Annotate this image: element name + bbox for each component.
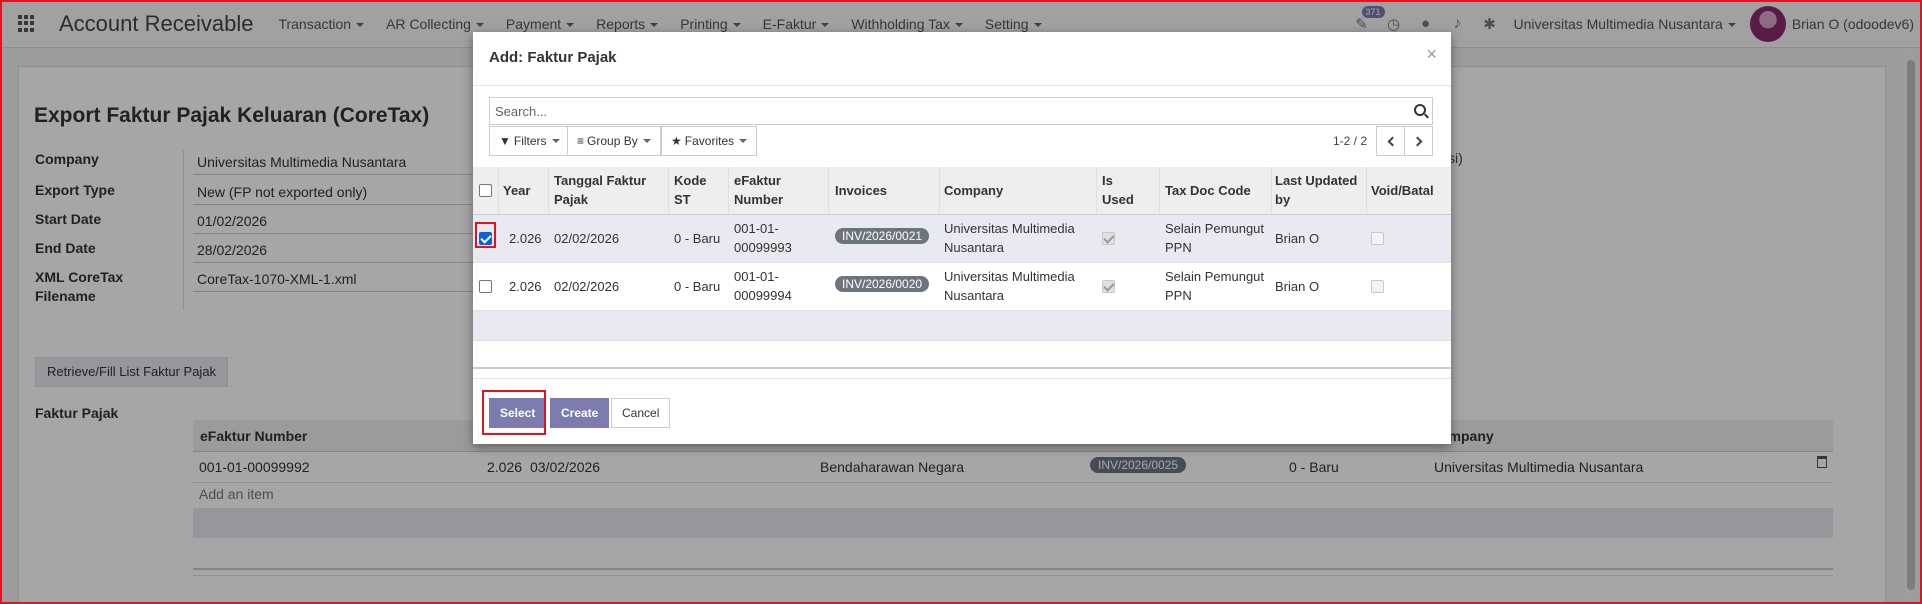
caret-down-icon xyxy=(739,139,748,143)
list-header: Year Tanggal Faktur Pajak Kode ST eFaktur N… xyxy=(473,167,1451,215)
column-separator xyxy=(498,167,499,214)
pager-previous-button[interactable] xyxy=(1376,126,1405,156)
col-efaktur-number[interactable]: eFaktur Number xyxy=(734,171,783,209)
col-tax-doc-code[interactable]: Tax Doc Code xyxy=(1165,181,1251,200)
column-separator xyxy=(939,167,940,214)
invoice-tag: INV/2026/0021 xyxy=(835,228,930,244)
cell-kode: 0 - Baru xyxy=(674,279,721,294)
is-used-checkbox xyxy=(1102,232,1115,245)
faktur-list: Year Tanggal Faktur Pajak Kode ST eFaktur N… xyxy=(473,167,1451,369)
filter-icon: ▼ xyxy=(499,134,511,148)
column-separator xyxy=(1366,167,1367,214)
col-year[interactable]: Year xyxy=(503,181,530,200)
column-separator xyxy=(1096,167,1097,214)
list-empty-row xyxy=(473,311,1451,341)
column-separator xyxy=(1159,167,1160,214)
chevron-right-icon xyxy=(1412,136,1422,146)
cell-efaktur: 001-01- 00099994 xyxy=(734,269,792,303)
list-footer xyxy=(473,341,1451,369)
cell-updated-by: Brian O xyxy=(1275,279,1320,294)
void-checkbox xyxy=(1371,280,1384,293)
column-separator xyxy=(668,167,669,214)
search-bar xyxy=(489,97,1433,125)
col-invoices[interactable]: Invoices xyxy=(835,181,887,200)
table-row[interactable]: 2.026 02/02/2026 0 - Baru 001-01- 0009999… xyxy=(473,215,1451,263)
column-separator xyxy=(548,167,549,214)
search-input[interactable] xyxy=(490,98,1432,124)
column-separator xyxy=(1271,167,1272,214)
cell-tanggal: 02/02/2026 xyxy=(554,279,620,294)
void-checkbox xyxy=(1371,232,1384,245)
add-faktur-modal: Add: Faktur Pajak × ▼Filters ≡Group By ★… xyxy=(473,32,1451,444)
cell-year: 2.026 xyxy=(509,279,542,294)
group-by-button[interactable]: ≡ Group By xyxy=(567,126,661,156)
col-tanggal-faktur[interactable]: Tanggal Faktur Pajak xyxy=(554,171,646,209)
cell-year: 2.026 xyxy=(509,231,542,246)
search-icon[interactable] xyxy=(1414,104,1426,116)
cell-tax-doc-code: Selain Pemungut PPN xyxy=(1165,221,1265,255)
invoice-tag: INV/2026/0020 xyxy=(835,276,930,292)
col-company[interactable]: Company xyxy=(944,181,1003,200)
modal-title: Add: Faktur Pajak xyxy=(489,49,617,66)
cell-updated-by: Brian O xyxy=(1275,231,1320,246)
col-last-updated-by[interactable]: Last Updated by xyxy=(1275,171,1357,209)
cell-tax-doc-code: Selain Pemungut PPN xyxy=(1165,269,1265,303)
table-row[interactable]: 2.026 02/02/2026 0 - Baru 001-01- 0009999… xyxy=(473,263,1451,311)
column-separator xyxy=(728,167,729,214)
col-kode-st[interactable]: Kode ST xyxy=(674,171,707,209)
is-used-checkbox xyxy=(1102,280,1115,293)
create-button[interactable]: Create xyxy=(550,398,610,428)
col-void-batal[interactable]: Void/Batal xyxy=(1371,181,1434,200)
cell-efaktur: 001-01- 00099993 xyxy=(734,221,792,255)
highlight-checkbox-box xyxy=(475,222,496,248)
cancel-button[interactable]: Cancel xyxy=(611,398,671,428)
cell-kode: 0 - Baru xyxy=(674,231,721,246)
caret-down-icon xyxy=(642,139,651,143)
close-icon[interactable]: × xyxy=(1426,44,1437,65)
column-separator xyxy=(828,167,829,214)
list-icon: ≡ xyxy=(577,134,585,148)
select-all-checkbox[interactable] xyxy=(479,184,492,197)
cell-company: Universitas Multimedia Nusantara xyxy=(944,221,1075,255)
highlight-select-box xyxy=(482,390,546,435)
pager-value[interactable]: 1-2 / 2 xyxy=(1333,134,1367,148)
modal-header: Add: Faktur Pajak × xyxy=(473,32,1451,86)
favorites-button[interactable]: ★ Favorites xyxy=(661,126,758,156)
pager-next-button[interactable] xyxy=(1404,126,1433,156)
modal-footer-separator xyxy=(473,378,1451,379)
caret-down-icon xyxy=(551,139,560,143)
row-select-checkbox[interactable] xyxy=(479,280,492,293)
star-icon: ★ xyxy=(671,134,682,148)
filters-button[interactable]: ▼ Filters xyxy=(489,126,570,156)
col-is-used[interactable]: Is Used xyxy=(1102,171,1134,209)
chevron-left-icon xyxy=(1387,136,1397,146)
cell-company: Universitas Multimedia Nusantara xyxy=(944,269,1075,303)
cell-tanggal: 02/02/2026 xyxy=(554,231,620,246)
